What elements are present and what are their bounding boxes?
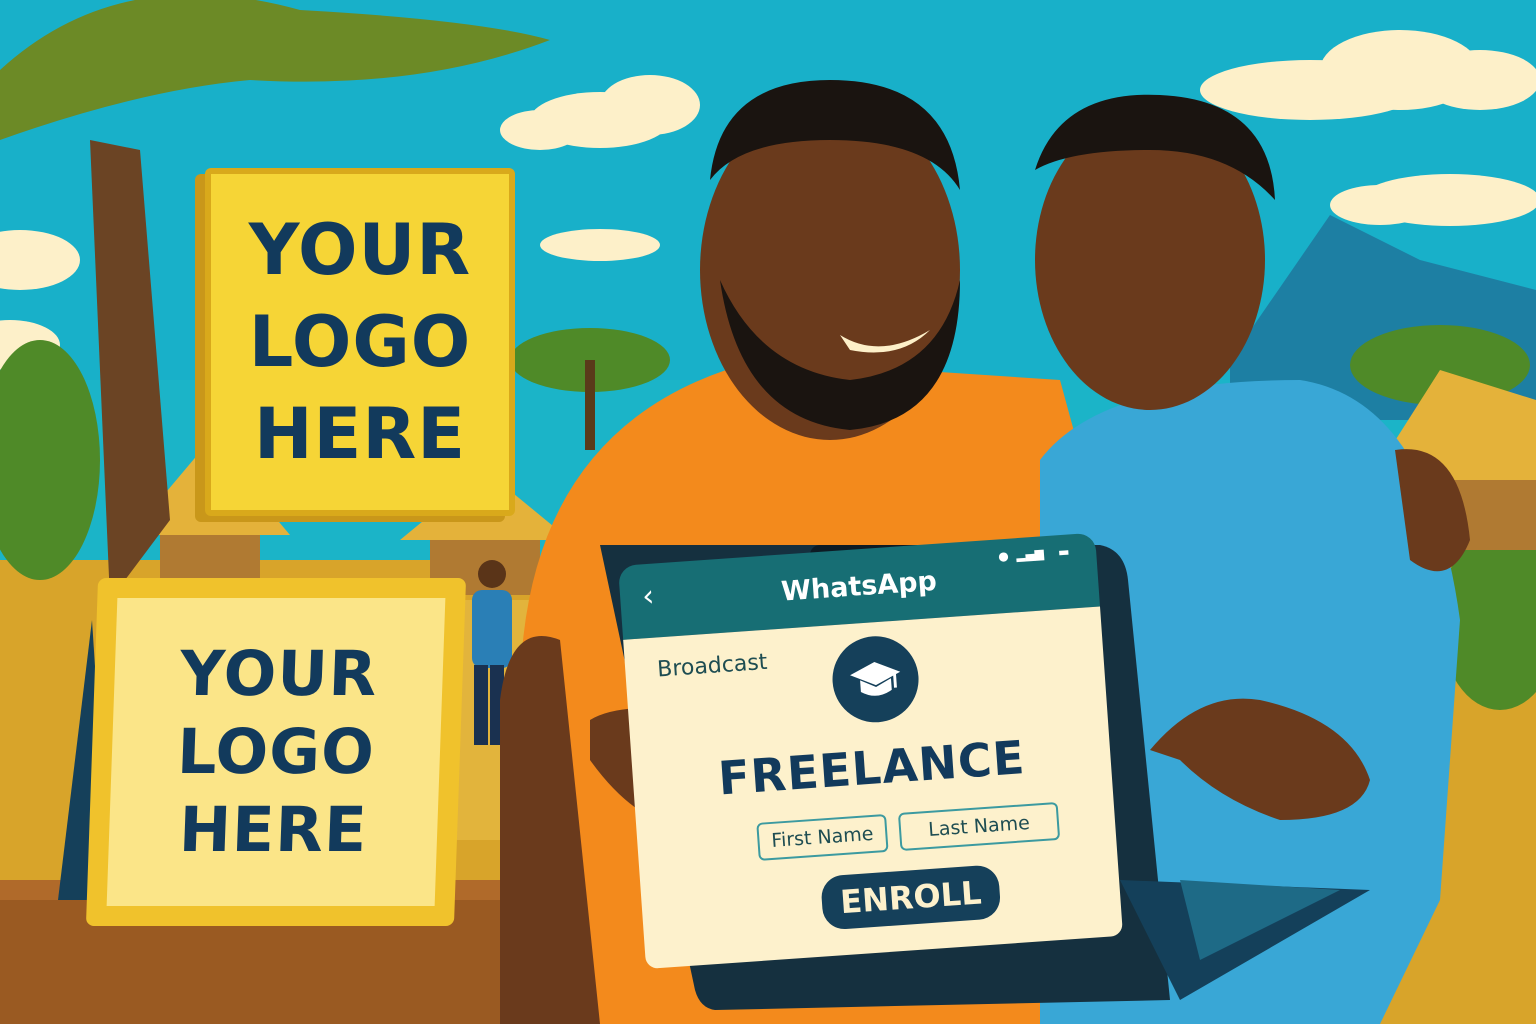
last-name-field[interactable]: Last Name xyxy=(897,801,1061,851)
location-icon: ● xyxy=(997,548,1010,564)
logo-sign-top: YOUR LOGO HERE xyxy=(205,168,515,516)
signal-icon: ▂▄▆ xyxy=(1015,546,1045,563)
broadcast-content: Broadcast FREELANCE First Name Last Name… xyxy=(623,606,1124,970)
logo-sign-bottom-text: YOUR LOGO HERE xyxy=(175,637,379,866)
logo-sign-top-text: YOUR LOGO HERE xyxy=(248,209,472,475)
first-name-field[interactable]: First Name xyxy=(756,813,889,861)
graduation-cap-icon xyxy=(829,633,922,726)
laptop-screen: ‹ WhatsApp ● ▂▄▆ ▬ Broadcast FREELANCE F… xyxy=(618,530,1165,975)
headline: FREELANCE xyxy=(716,730,1027,806)
section-label: Broadcast xyxy=(656,649,769,683)
app-title: WhatsApp xyxy=(780,565,938,608)
battery-icon: ▬ xyxy=(1057,544,1070,560)
cloud xyxy=(540,229,660,261)
enroll-button[interactable]: ENROLL xyxy=(820,864,1002,931)
logo-sign-bottom: YOUR LOGO HERE xyxy=(85,578,467,926)
